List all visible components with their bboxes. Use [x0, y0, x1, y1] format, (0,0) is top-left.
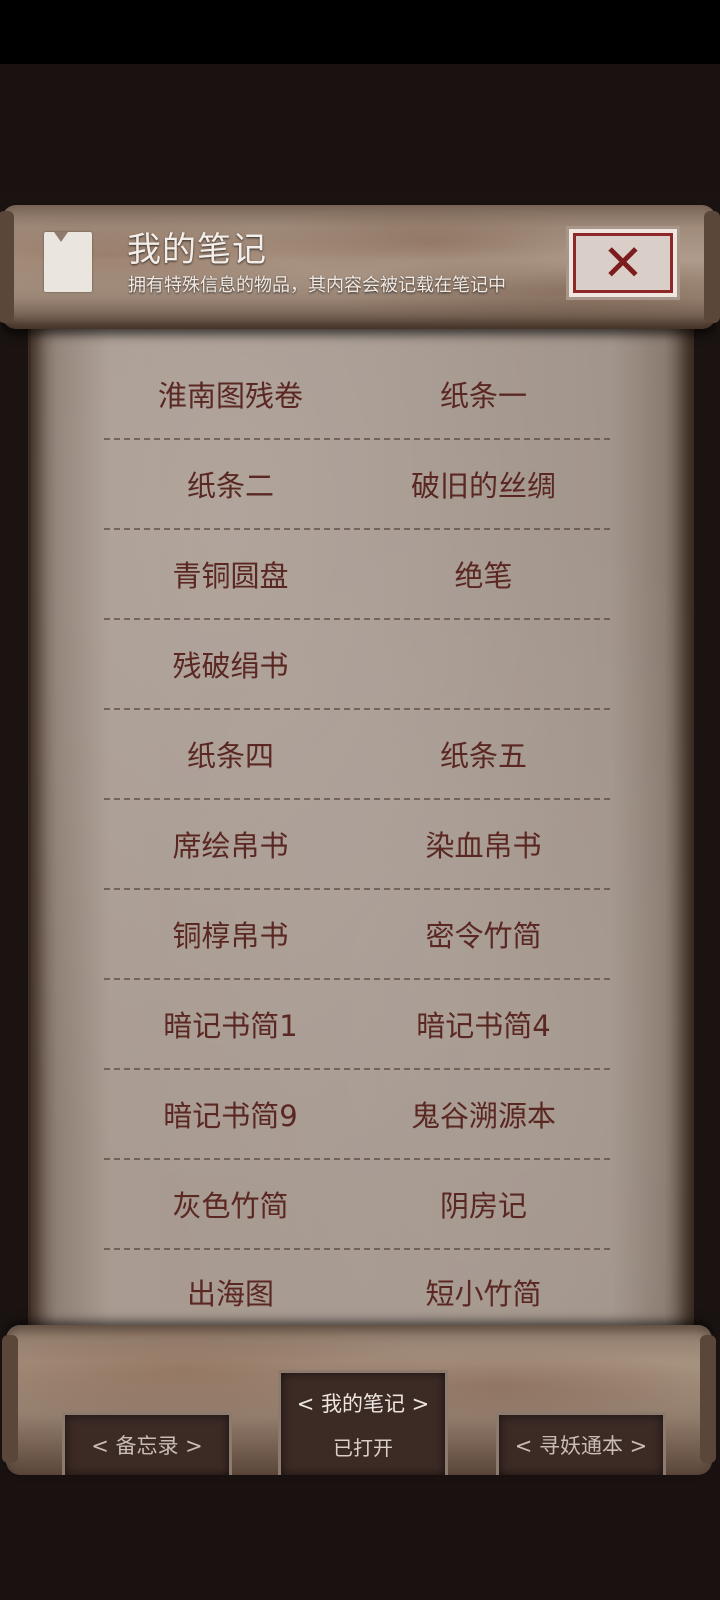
scroll-cap-right — [700, 1335, 716, 1463]
note-item[interactable]: 残破绢书 — [104, 622, 357, 712]
scroll-cap-left — [2, 1335, 18, 1463]
list-row: 青铜圆盘 绝笔 — [104, 532, 610, 622]
tab-my-notes-label: < 我的笔记 > — [296, 1391, 430, 1416]
note-item[interactable]: 纸条四 — [104, 712, 357, 802]
note-item[interactable]: 纸条二 — [104, 442, 357, 532]
list-row: 灰色竹简 阴房记 — [104, 1162, 610, 1252]
close-x-icon: ✕ — [602, 234, 644, 292]
page-title: 我的笔记 — [127, 230, 267, 270]
list-row: 纸条四 纸条五 — [104, 712, 610, 802]
tab-memo[interactable]: < 备忘录 > — [62, 1412, 232, 1475]
note-item[interactable]: 阴房记 — [357, 1162, 610, 1252]
note-item[interactable]: 暗记书简4 — [357, 982, 610, 1072]
note-item[interactable]: 暗记书简1 — [104, 982, 357, 1072]
scroll-cap-right — [704, 211, 720, 323]
note-item[interactable]: 鬼谷溯源本 — [357, 1072, 610, 1162]
close-button[interactable]: ✕ — [566, 226, 680, 300]
note-item-empty — [357, 622, 610, 712]
list-row: 淮南图残卷 纸条一 — [104, 352, 610, 442]
list-row: 暗记书简9 鬼谷溯源本 — [104, 1072, 610, 1162]
tab-my-notes[interactable]: < 我的笔记 > 已打开 — [278, 1370, 448, 1475]
list-row: 纸条二 破旧的丝绸 — [104, 442, 610, 532]
note-item[interactable]: 纸条一 — [357, 352, 610, 442]
bottom-background — [0, 1470, 720, 1600]
note-item[interactable]: 青铜圆盘 — [104, 532, 357, 622]
list-row: 残破绢书 — [104, 622, 610, 712]
note-item[interactable]: 破旧的丝绸 — [357, 442, 610, 532]
list-row: 铜椁帛书 密令竹简 — [104, 892, 610, 982]
top-background — [0, 64, 720, 194]
note-item[interactable]: 暗记书简9 — [104, 1072, 357, 1162]
note-item[interactable]: 灰色竹简 — [104, 1162, 357, 1252]
note-item[interactable]: 铜椁帛书 — [104, 892, 357, 982]
notebook-icon — [44, 232, 92, 292]
note-item[interactable]: 纸条五 — [357, 712, 610, 802]
page-subtitle: 拥有特殊信息的物品，其内容会被记载在笔记中 — [128, 275, 506, 296]
note-item[interactable]: 绝笔 — [357, 532, 610, 622]
list-row: 暗记书简1 暗记书简4 — [104, 982, 610, 1072]
status-bar — [0, 0, 720, 64]
tab-my-notes-status: 已打开 — [333, 1435, 393, 1460]
tab-monster-guide[interactable]: < 寻妖通本 > — [496, 1412, 666, 1475]
note-item[interactable]: 席绘帛书 — [104, 802, 357, 892]
note-item[interactable]: 淮南图残卷 — [104, 352, 357, 442]
scroll-cap-left — [0, 211, 14, 323]
note-item[interactable]: 染血帛书 — [357, 802, 610, 892]
list-row: 席绘帛书 染血帛书 — [104, 802, 610, 892]
notes-list: 淮南图残卷 纸条一 纸条二 破旧的丝绸 青铜圆盘 绝笔 残破绢书 纸条四 纸条五… — [104, 352, 610, 1338]
note-item[interactable]: 密令竹简 — [357, 892, 610, 982]
